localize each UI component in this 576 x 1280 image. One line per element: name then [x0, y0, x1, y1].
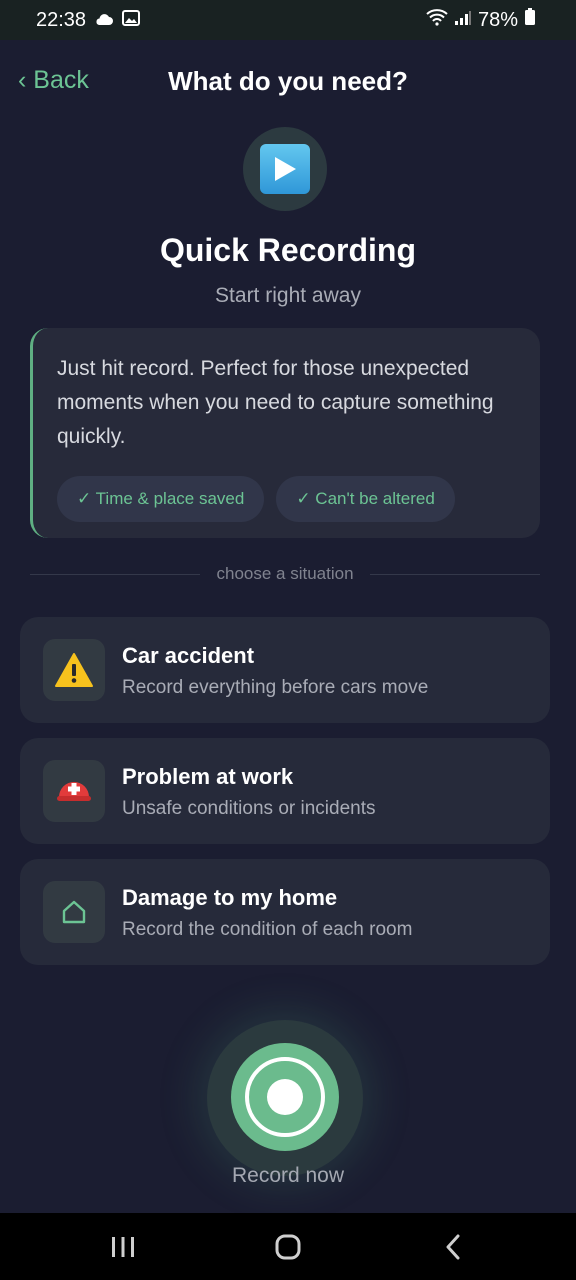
- feature-badges: ✓ Time & place saved ✓ Can't be altered: [57, 476, 520, 522]
- divider-label: choose a situation: [216, 564, 354, 583]
- record-icon: [245, 1057, 325, 1137]
- status-time: 22:38: [36, 8, 87, 31]
- warning-icon: [43, 639, 105, 701]
- status-bar: 22:38 78%: [0, 0, 576, 40]
- situation-title: Car accident: [122, 643, 255, 668]
- situation-card-car-accident[interactable]: Car accident Record everything before ca…: [20, 617, 550, 723]
- header: ‹ Back What do you need?: [0, 52, 576, 112]
- situation-title: Problem at work: [122, 764, 294, 789]
- situation-title: Damage to my home: [122, 885, 338, 910]
- badge-time-place: ✓ Time & place saved: [57, 476, 265, 522]
- signal-icon: [454, 9, 472, 32]
- divider-line-left: [30, 573, 201, 575]
- info-card: Just hit record. Perfect for those unexp…: [30, 328, 540, 538]
- home-button[interactable]: [258, 1222, 318, 1272]
- situation-card-work-problem[interactable]: Problem at work Unsafe conditions or inc…: [20, 738, 550, 844]
- hero-icon-container: [243, 127, 327, 211]
- recent-apps-button[interactable]: [93, 1222, 153, 1272]
- hero-title: Quick Recording: [159, 232, 417, 268]
- record-label: Record now: [231, 1164, 345, 1187]
- system-nav-bar: [0, 1213, 576, 1280]
- record-dot: [267, 1079, 303, 1115]
- record-button[interactable]: [231, 1043, 339, 1151]
- situation-description: Record everything before cars move: [122, 677, 429, 698]
- situation-card-home-damage[interactable]: Damage to my home Record the condition o…: [20, 859, 550, 965]
- divider-line-right: [369, 573, 541, 575]
- battery-level: 78%: [477, 8, 518, 31]
- wifi-icon: [426, 8, 448, 32]
- cloud-icon: [94, 9, 114, 32]
- hero-subtitle: Start right away: [215, 284, 361, 307]
- situation-description: Record the condition of each room: [122, 919, 413, 940]
- badge-tamper-proof: ✓ Can't be altered: [276, 476, 455, 522]
- play-icon: [260, 144, 310, 194]
- home-icon: [43, 881, 105, 943]
- info-text: Just hit record. Perfect for those unexp…: [57, 357, 494, 448]
- section-divider: choose a situation: [30, 562, 541, 586]
- status-left: 22:38: [36, 8, 141, 32]
- status-right: 78%: [426, 8, 536, 32]
- page-title: What do you need?: [168, 66, 408, 96]
- situation-description: Unsafe conditions or incidents: [122, 798, 376, 819]
- back-nav-button[interactable]: [423, 1222, 483, 1272]
- image-icon: [122, 9, 141, 32]
- hard-hat-icon: [43, 760, 105, 822]
- battery-icon: [524, 8, 536, 32]
